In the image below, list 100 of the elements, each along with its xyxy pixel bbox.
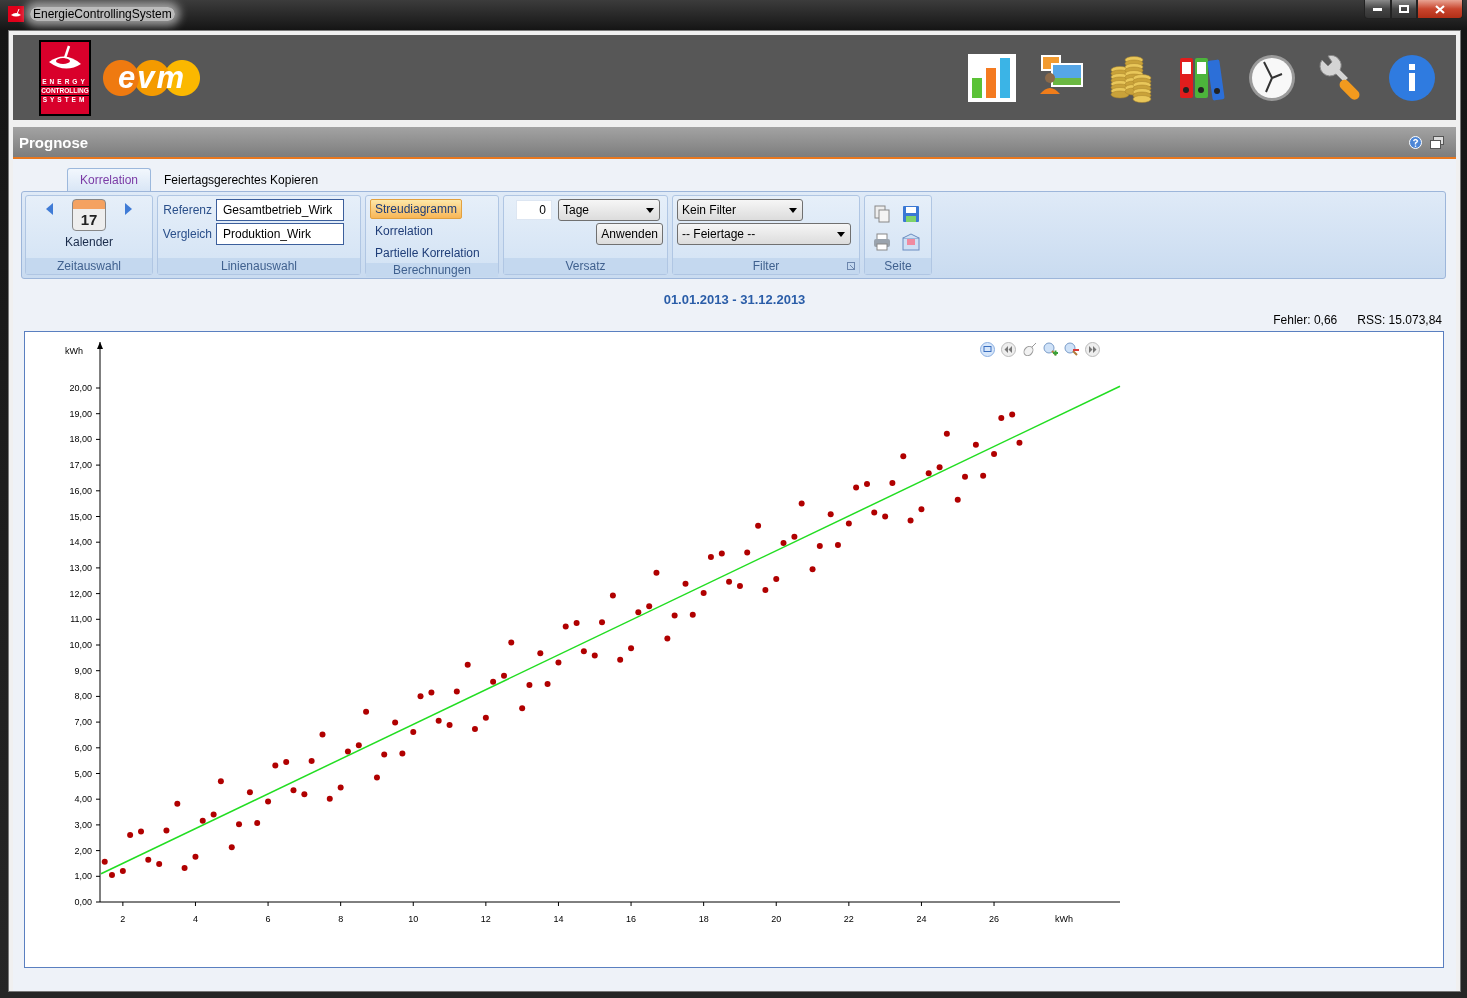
scatter-point bbox=[428, 689, 435, 696]
caret-icon bbox=[789, 207, 797, 213]
dropdown[interactable]: -- Feiertage -- bbox=[677, 223, 851, 245]
tick-label: 10 bbox=[408, 914, 419, 924]
scatter-point bbox=[628, 645, 635, 652]
close-button[interactable] bbox=[1417, 0, 1463, 19]
reset-icon[interactable] bbox=[980, 342, 995, 357]
group-label: Linienauswahl bbox=[220, 259, 298, 273]
dropdown[interactable]: Tage bbox=[558, 199, 660, 221]
scatter-point bbox=[707, 554, 714, 561]
tick-label: 18,00 bbox=[69, 434, 92, 445]
scatter-point bbox=[998, 415, 1005, 422]
tab[interactable]: Korrelation bbox=[67, 168, 152, 191]
scatter-point bbox=[689, 611, 696, 618]
tick-label: 0,00 bbox=[74, 897, 92, 907]
tab[interactable]: Feiertagsgerechtes Kopieren bbox=[151, 168, 332, 191]
number-field[interactable]: 0 bbox=[516, 200, 552, 220]
input-field[interactable]: Produktion_Wirk bbox=[216, 223, 344, 245]
minimize-icon bbox=[1373, 7, 1382, 11]
scatter-point bbox=[119, 867, 126, 874]
scatter-point bbox=[573, 619, 580, 626]
restore-icon[interactable] bbox=[1430, 135, 1444, 149]
scatter-point bbox=[501, 672, 507, 679]
group-label: Berechnungen bbox=[392, 263, 472, 277]
caret-icon bbox=[646, 207, 654, 213]
save-icon[interactable] bbox=[902, 205, 920, 223]
scatter-point bbox=[773, 575, 780, 582]
scatter-point bbox=[319, 731, 326, 738]
scatter-point bbox=[791, 533, 798, 540]
scatter-point bbox=[653, 569, 660, 576]
scatter-point bbox=[228, 844, 235, 851]
calculation-option[interactable]: Korrelation bbox=[370, 221, 439, 241]
field-label: Referenz bbox=[162, 203, 212, 217]
scatter-point bbox=[163, 827, 170, 834]
group-label: Versatz bbox=[565, 259, 606, 273]
scatter-point bbox=[246, 789, 253, 796]
tick-label: 7,00 bbox=[74, 717, 92, 728]
close-icon bbox=[1435, 4, 1445, 14]
scatter-point bbox=[871, 509, 878, 516]
tick-label: 2,00 bbox=[74, 845, 92, 856]
help-icon[interactable] bbox=[1409, 135, 1422, 149]
scatter-point bbox=[482, 714, 489, 721]
scatter-point bbox=[272, 762, 279, 769]
scatter-point bbox=[889, 480, 896, 487]
scatter-point bbox=[199, 817, 206, 824]
tick-label: 16,00 bbox=[69, 485, 92, 496]
calculation-option[interactable]: Partielle Korrelation bbox=[370, 243, 485, 263]
scatter-point bbox=[192, 853, 199, 860]
scatter-point bbox=[671, 612, 678, 619]
tick-label: 15,00 bbox=[69, 511, 92, 522]
bar-chart-icon[interactable] bbox=[966, 51, 1018, 104]
scatter-point bbox=[326, 795, 333, 802]
scatter-point bbox=[399, 750, 406, 757]
zoom-out-icon[interactable] bbox=[1064, 342, 1079, 357]
tick-label: 6 bbox=[265, 914, 271, 924]
calculation-option[interactable]: Streudiagramm bbox=[370, 199, 463, 219]
scatter-point bbox=[936, 464, 943, 471]
next-button[interactable] bbox=[123, 203, 133, 215]
maximize-button[interactable] bbox=[1391, 0, 1417, 19]
scatter-point bbox=[718, 550, 725, 557]
caret-icon bbox=[837, 231, 845, 237]
tick-label: 12 bbox=[480, 914, 491, 924]
tick-label: 3,00 bbox=[74, 819, 92, 830]
date-range: 01.01.2013 - 31.12.2013 bbox=[663, 292, 806, 307]
forward-icon[interactable] bbox=[1085, 342, 1100, 357]
previous-button[interactable] bbox=[44, 203, 55, 215]
dropdown[interactable]: Kein Filter bbox=[677, 199, 803, 221]
scatter-point bbox=[283, 758, 290, 765]
copy-icon[interactable] bbox=[873, 205, 891, 223]
zoom-in-icon[interactable] bbox=[1043, 342, 1058, 357]
tick-label: 14 bbox=[553, 914, 564, 924]
scatter-point bbox=[562, 623, 569, 630]
input-field[interactable]: Gesamtbetrieb_Wirk bbox=[216, 199, 344, 221]
rewind-icon[interactable] bbox=[1001, 342, 1016, 357]
scatter-point bbox=[682, 580, 689, 587]
tick-label: 14,00 bbox=[69, 537, 92, 548]
scatter-point bbox=[809, 566, 816, 573]
scatter-point bbox=[882, 513, 889, 520]
scatter-point bbox=[464, 661, 471, 668]
scatter-point bbox=[417, 693, 424, 700]
mouse-icon[interactable] bbox=[1022, 342, 1037, 357]
apply-button[interactable]: Anwenden bbox=[596, 223, 663, 245]
tick-label: 22 bbox=[843, 914, 854, 924]
tick-label: 6,00 bbox=[74, 742, 92, 753]
scatter-point bbox=[254, 820, 261, 827]
calendar-button[interactable]: 17 Kalender bbox=[64, 199, 113, 249]
scatter-point bbox=[217, 778, 224, 785]
scatter-point bbox=[453, 688, 460, 695]
print-icon[interactable] bbox=[873, 233, 891, 251]
scatter-point bbox=[363, 708, 370, 715]
panel-title: Prognose bbox=[19, 133, 90, 151]
dialog-launcher-icon[interactable] bbox=[847, 262, 855, 270]
scatter-point bbox=[1009, 411, 1016, 418]
tick-label: 13,00 bbox=[69, 562, 92, 573]
scatter-point bbox=[798, 500, 805, 507]
minimize-button[interactable] bbox=[1364, 0, 1391, 19]
tick-label: 12,00 bbox=[69, 588, 92, 599]
scatter-point bbox=[991, 451, 998, 458]
scatter-point bbox=[972, 441, 979, 448]
scatter-point bbox=[816, 543, 823, 550]
